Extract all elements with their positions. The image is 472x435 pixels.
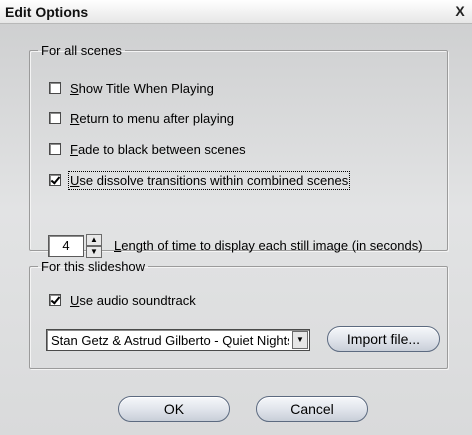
still-duration-spinner[interactable]: 4 ▲ ▼ — [48, 233, 104, 259]
up-arrow-icon[interactable]: ▲ — [86, 234, 102, 246]
import-file-button[interactable]: Import file... — [327, 326, 440, 352]
down-arrow-icon[interactable]: ▼ — [86, 246, 102, 258]
still-duration-field[interactable]: 4 — [48, 235, 84, 257]
soundtrack-select[interactable]: Stan Getz & Astrud Gilberto - Quiet Nigh… — [46, 329, 310, 351]
fade-black-checkbox[interactable] — [49, 143, 61, 155]
return-menu-label: Return to menu after playing — [70, 110, 235, 126]
cancel-button[interactable]: Cancel — [256, 396, 368, 422]
option-audio-soundtrack[interactable]: Use audio soundtrack — [49, 291, 196, 309]
chevron-down-icon[interactable]: ▼ — [292, 331, 308, 349]
group-for-this-slideshow: For this slideshow — [29, 259, 448, 369]
option-dissolve-transitions[interactable]: Use dissolve transitions within combined… — [49, 170, 351, 190]
option-show-title[interactable]: Show Title When Playing — [49, 79, 214, 97]
audio-soundtrack-checkbox[interactable] — [49, 294, 61, 306]
soundtrack-selected-value: Stan Getz & Astrud Gilberto - Quiet Nigh… — [51, 333, 289, 348]
still-duration-label: Length of time to display each still ima… — [114, 238, 423, 253]
option-fade-black[interactable]: Fade to black between scenes — [49, 140, 246, 158]
dissolve-transitions-checkbox[interactable] — [49, 174, 61, 186]
return-menu-checkbox[interactable] — [49, 112, 61, 124]
show-title-checkbox[interactable] — [49, 82, 61, 94]
ok-button[interactable]: OK — [118, 396, 230, 422]
audio-soundtrack-label: Use audio soundtrack — [70, 292, 196, 308]
group-for-this-slideshow-legend: For this slideshow — [41, 259, 146, 274]
fade-black-label: Fade to black between scenes — [70, 141, 246, 157]
window-title: Edit Options — [5, 4, 89, 20]
group-for-all-scenes-legend: For all scenes — [41, 43, 122, 58]
dissolve-transitions-label: Use dissolve transitions within combined… — [67, 170, 351, 190]
close-button[interactable]: X — [452, 3, 468, 19]
title-bar: Edit Options X — [0, 0, 472, 24]
option-return-menu[interactable]: Return to menu after playing — [49, 109, 234, 127]
show-title-label: Show Title When Playing — [70, 80, 214, 96]
